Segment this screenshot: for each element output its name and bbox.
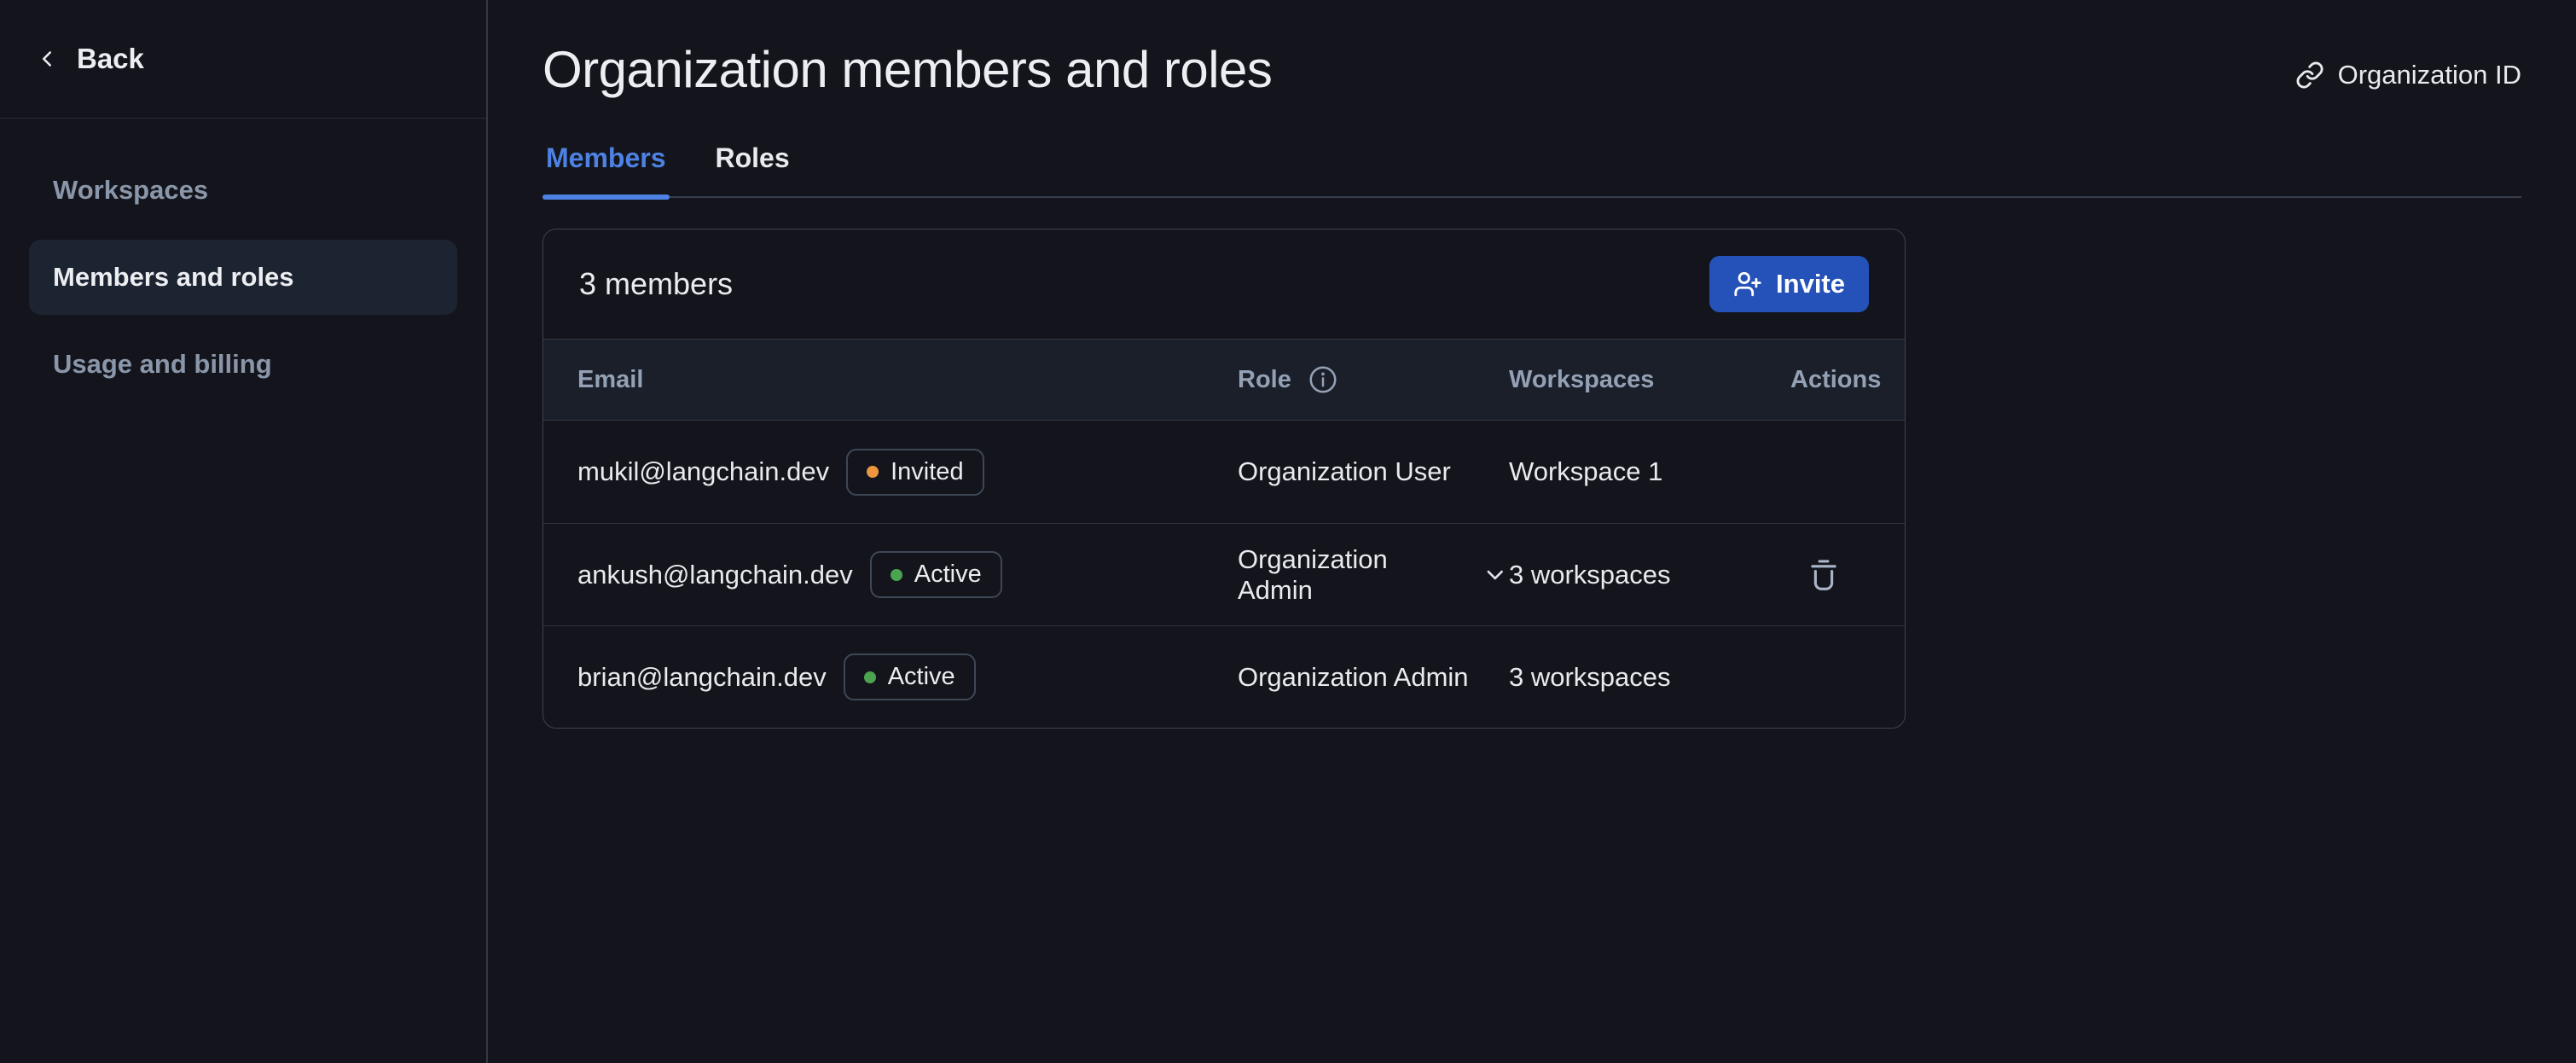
organization-id-label: Organization ID	[2338, 60, 2521, 90]
status-label: Invited	[891, 458, 963, 486]
info-icon[interactable]	[1307, 363, 1339, 396]
column-header-workspaces: Workspaces	[1509, 366, 1790, 394]
email-cell: mukil@langchain.dev Invited	[577, 449, 1238, 496]
invite-button[interactable]: Invite	[1709, 256, 1869, 312]
status-label: Active	[914, 561, 982, 589]
tab-members[interactable]: Members	[542, 142, 670, 196]
back-label: Back	[77, 43, 144, 75]
member-role: Organization Admin	[1238, 662, 1469, 693]
email-cell: ankush@langchain.dev Active	[577, 551, 1238, 598]
workspaces-cell: Workspace 1	[1509, 456, 1790, 487]
member-email: brian@langchain.dev	[577, 662, 827, 693]
member-row: mukil@langchain.dev Invited Organization…	[543, 421, 1905, 523]
table-header-row: Email Role Workspaces Actions	[543, 339, 1905, 421]
member-workspaces: Workspace 1	[1509, 456, 1662, 487]
workspaces-cell: 3 workspaces	[1509, 662, 1790, 693]
member-row: ankush@langchain.dev Active Organization…	[543, 523, 1905, 625]
column-header-role: Role	[1238, 363, 1509, 396]
chevron-down-icon	[1482, 561, 1509, 589]
invite-label: Invite	[1776, 269, 1845, 299]
member-workspaces: 3 workspaces	[1509, 560, 1671, 590]
status-dot-icon	[891, 569, 902, 581]
main-content: Organization members and roles Organizat…	[488, 0, 2576, 1063]
role-cell: Organization User	[1238, 456, 1509, 487]
organization-id-button[interactable]: Organization ID	[2295, 60, 2521, 90]
member-email: ankush@langchain.dev	[577, 560, 853, 590]
column-header-actions: Actions	[1790, 366, 1881, 394]
member-role: Organization Admin	[1238, 544, 1465, 606]
member-email: mukil@langchain.dev	[577, 456, 829, 487]
members-card: 3 members Invite Email Role Workspaces	[542, 229, 1906, 729]
member-row: brian@langchain.dev Active Organization …	[543, 625, 1905, 728]
app-root: Back Workspaces Members and roles Usage …	[0, 0, 2576, 1063]
back-button[interactable]: Back	[34, 43, 144, 75]
status-dot-icon	[867, 466, 879, 478]
back-row: Back	[0, 0, 486, 119]
status-label: Active	[888, 663, 955, 691]
delete-member-button[interactable]	[1806, 557, 1842, 593]
chevron-left-icon	[34, 46, 60, 72]
status-badge: Invited	[846, 449, 983, 496]
link-icon	[2295, 61, 2324, 90]
member-count: 3 members	[579, 266, 733, 302]
page-header: Organization members and roles Organizat…	[542, 38, 2521, 102]
members-card-header: 3 members Invite	[543, 229, 1905, 339]
tab-roles[interactable]: Roles	[712, 142, 793, 196]
tab-bar: Members Roles	[542, 142, 2521, 198]
member-role: Organization User	[1238, 456, 1451, 487]
sidebar-item-members-and-roles[interactable]: Members and roles	[29, 240, 457, 315]
sidebar-item-usage-and-billing[interactable]: Usage and billing	[29, 327, 457, 402]
workspaces-cell: 3 workspaces	[1509, 560, 1790, 590]
user-plus-icon	[1733, 270, 1762, 299]
status-badge: Active	[844, 653, 976, 700]
status-dot-icon	[864, 671, 876, 683]
email-cell: brian@langchain.dev Active	[577, 653, 1238, 700]
role-cell: Organization Admin	[1238, 662, 1509, 693]
member-workspaces: 3 workspaces	[1509, 662, 1671, 693]
status-badge: Active	[870, 551, 1002, 598]
sidebar-item-workspaces[interactable]: Workspaces	[29, 153, 457, 228]
trash-icon	[1806, 557, 1842, 593]
sidebar: Back Workspaces Members and roles Usage …	[0, 0, 488, 1063]
role-dropdown[interactable]: Organization Admin	[1238, 544, 1509, 606]
actions-cell	[1790, 557, 1871, 593]
page-title: Organization members and roles	[542, 38, 1272, 102]
sidebar-nav: Workspaces Members and roles Usage and b…	[0, 119, 486, 436]
column-header-email: Email	[577, 366, 1238, 394]
